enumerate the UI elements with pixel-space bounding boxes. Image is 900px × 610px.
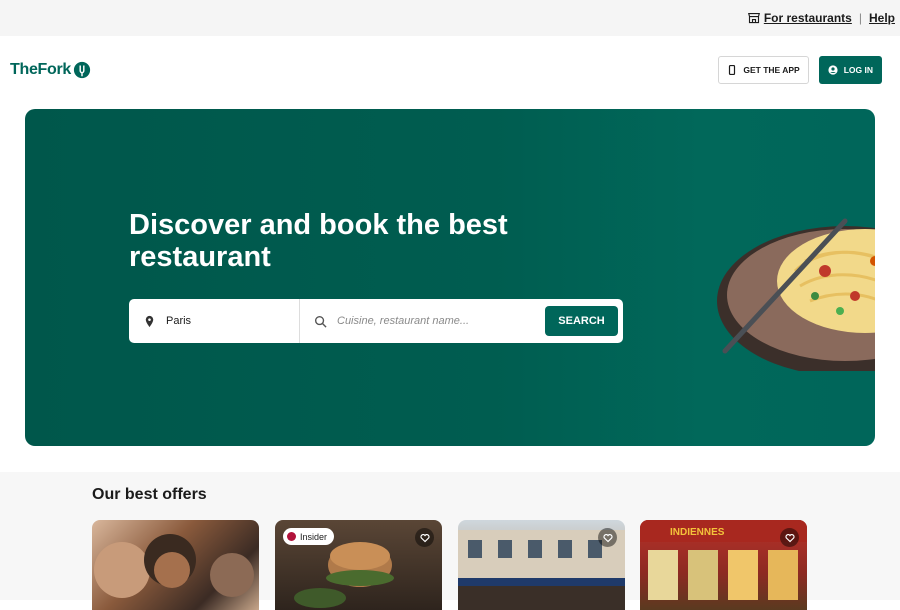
main-header: TheFork GET THE APP LOG IN xyxy=(0,45,900,95)
thefork-logo[interactable]: TheFork xyxy=(10,61,91,79)
favorite-heart-icon[interactable] xyxy=(598,528,617,547)
for-restaurants-label: For restaurants xyxy=(763,11,852,25)
log-in-label: LOG IN xyxy=(843,65,873,75)
fork-logo-icon xyxy=(73,61,91,79)
location-value: Paris xyxy=(166,315,192,327)
svg-text:INDIENNES: INDIENNES xyxy=(670,527,725,538)
offers-title: Our best offers xyxy=(92,486,207,503)
hero-title: Discover and book the best restaurant xyxy=(129,209,508,273)
offer-card-2[interactable]: Insider xyxy=(275,520,442,610)
get-the-app-label: GET THE APP xyxy=(743,65,800,75)
pasta-plate-image xyxy=(717,218,875,371)
logo-text: TheFork xyxy=(10,61,72,78)
for-restaurants-link[interactable]: For restaurants xyxy=(747,11,852,25)
search-bar: Paris SEARCH xyxy=(129,299,623,343)
topbar-separator: | xyxy=(858,11,862,25)
hero-banner: Discover and book the best restaurant Pa… xyxy=(25,109,875,446)
offer-card-4[interactable]: INDIENNES xyxy=(640,520,807,610)
storefront-icon xyxy=(747,12,760,24)
location-field[interactable]: Paris xyxy=(129,299,300,343)
get-the-app-button[interactable]: GET THE APP xyxy=(718,56,809,84)
insider-badge-label: Insider xyxy=(300,531,328,542)
search-button[interactable]: SEARCH xyxy=(545,306,618,336)
location-pin-icon xyxy=(145,315,154,327)
search-icon xyxy=(314,315,327,328)
top-utility-bar: For restaurants | Help xyxy=(0,0,900,36)
favorite-heart-icon[interactable] xyxy=(780,528,799,547)
offer-1-photo xyxy=(94,534,254,598)
user-icon xyxy=(828,65,838,75)
favorite-heart-icon[interactable] xyxy=(415,528,434,547)
offer-card-3[interactable] xyxy=(458,520,625,610)
phone-icon xyxy=(729,65,736,75)
offer-card-1[interactable] xyxy=(92,520,259,610)
help-link[interactable]: Help xyxy=(869,11,895,25)
header-actions: GET THE APP LOG IN xyxy=(718,56,882,84)
log-in-button[interactable]: LOG IN xyxy=(818,56,882,84)
query-field xyxy=(300,299,545,343)
offers-section: Our best offers Insider INDIENNES xyxy=(0,472,900,610)
cuisine-search-input[interactable] xyxy=(337,315,537,327)
insider-badge: Insider xyxy=(283,528,335,545)
insider-icon xyxy=(287,532,296,541)
